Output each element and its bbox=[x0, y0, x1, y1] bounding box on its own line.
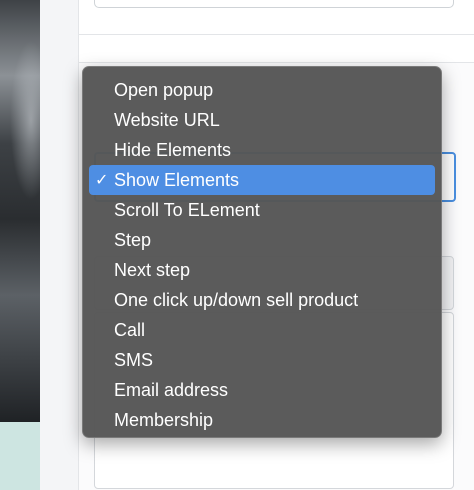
menu-item-label: Scroll To ELement bbox=[114, 200, 260, 220]
menu-item-membership[interactable]: Membership bbox=[89, 405, 435, 435]
top-input-field[interactable] bbox=[94, 0, 454, 8]
page-gutter bbox=[40, 0, 78, 490]
menu-item-label: SMS bbox=[114, 350, 154, 370]
menu-item-one-click-sell[interactable]: One click up/down sell product bbox=[89, 285, 435, 315]
action-dropdown-menu: Open popup Website URL Hide Elements ✓ Sh… bbox=[82, 66, 442, 438]
menu-item-label: Call bbox=[114, 320, 146, 340]
menu-item-label: Website URL bbox=[114, 110, 220, 130]
menu-item-show-elements[interactable]: ✓ Show Elements bbox=[89, 165, 435, 195]
menu-item-label: Membership bbox=[114, 410, 214, 430]
teal-block bbox=[0, 422, 40, 490]
menu-item-call[interactable]: Call bbox=[89, 315, 435, 345]
menu-item-scroll-to-element[interactable]: Scroll To ELement bbox=[89, 195, 435, 225]
menu-item-label: Next step bbox=[114, 260, 191, 280]
menu-item-label: Open popup bbox=[114, 80, 214, 100]
divider bbox=[79, 34, 474, 35]
menu-item-hide-elements[interactable]: Hide Elements bbox=[89, 135, 435, 165]
menu-item-website-url[interactable]: Website URL bbox=[89, 105, 435, 135]
menu-item-step[interactable]: Step bbox=[89, 225, 435, 255]
menu-item-sms[interactable]: SMS bbox=[89, 345, 435, 375]
menu-item-open-popup[interactable]: Open popup bbox=[89, 75, 435, 105]
menu-item-next-step[interactable]: Next step bbox=[89, 255, 435, 285]
menu-item-label: Show Elements bbox=[114, 170, 240, 190]
menu-item-label: Hide Elements bbox=[114, 140, 232, 160]
background-photo bbox=[0, 0, 40, 422]
checkmark-icon: ✓ bbox=[95, 170, 109, 189]
menu-item-email-address[interactable]: Email address bbox=[89, 375, 435, 405]
menu-item-label: Step bbox=[114, 230, 152, 250]
menu-item-label: Email address bbox=[114, 380, 229, 400]
menu-item-label: One click up/down sell product bbox=[114, 290, 359, 310]
